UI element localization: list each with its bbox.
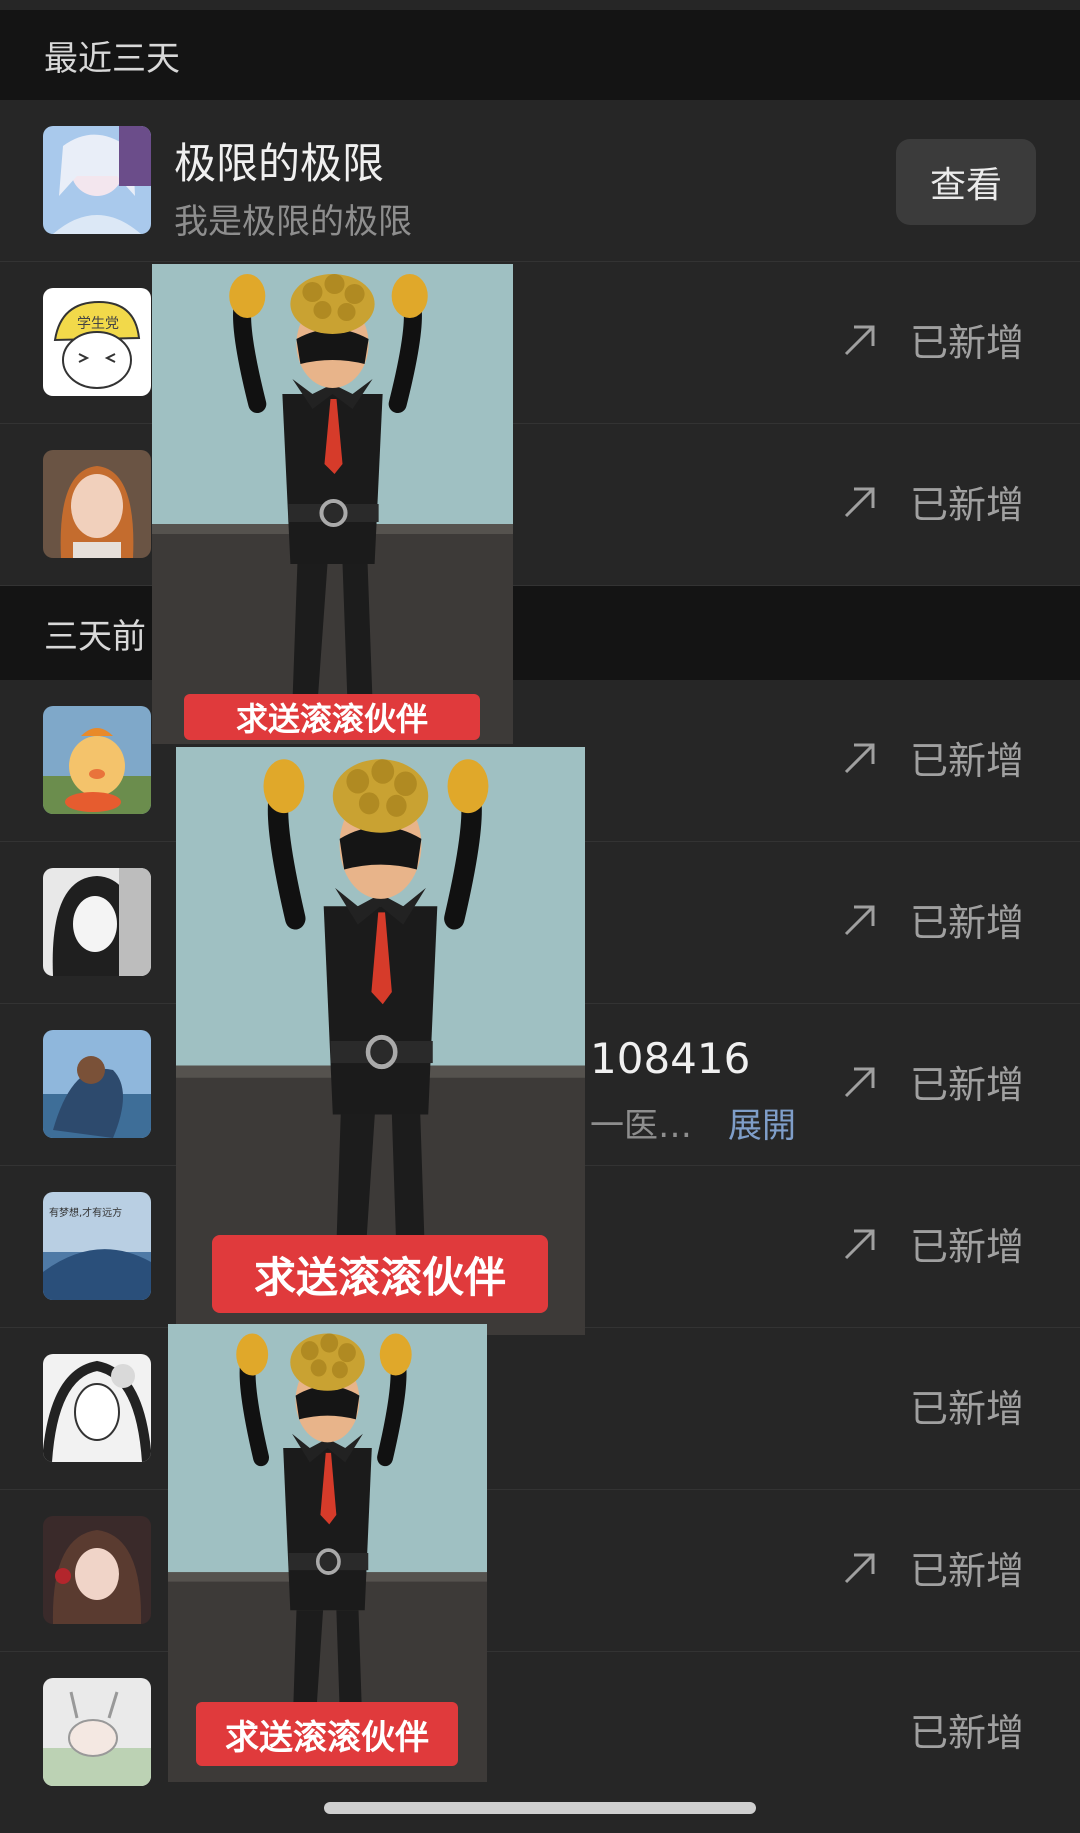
meme-caption: 求送滚滚伙伴 — [196, 1702, 458, 1766]
avatar — [43, 1516, 151, 1624]
added-status: 已新增 — [840, 730, 1024, 785]
added-label: 已新增 — [909, 1711, 1024, 1755]
added-status: 已新增 — [840, 1054, 1024, 1109]
added-label: 已新增 — [909, 1225, 1024, 1269]
meme-caption: 求送滚滚伙伴 — [212, 1235, 548, 1313]
avatar: 有梦想,才有远方 — [43, 1192, 151, 1300]
view-button[interactable]: 查看 — [896, 139, 1036, 225]
added-label: 已新增 — [909, 483, 1024, 527]
avatar-cap-text: 学生党 — [77, 316, 119, 332]
arrow-up-right-icon — [840, 482, 880, 522]
added-status: 已新增 — [910, 1702, 1024, 1757]
avatar — [43, 1678, 151, 1786]
added-label: 已新增 — [909, 901, 1024, 945]
added-status: 已新增 — [910, 1378, 1024, 1433]
arrow-up-right-icon — [840, 1062, 880, 1102]
avatar — [43, 450, 151, 558]
meme-sticker-image: 求送滚滚伙伴 — [176, 747, 585, 1335]
home-indicator[interactable] — [324, 1802, 756, 1814]
avatar — [43, 868, 151, 976]
avatar: 学生党 — [43, 288, 151, 396]
list-item[interactable]: 已新增 — [0, 1490, 1080, 1652]
meme-caption: 求送滚滚伙伴 — [184, 694, 480, 740]
contact-id: 108416 — [590, 1034, 751, 1083]
avatar — [43, 126, 151, 234]
added-status: 已新增 — [840, 1216, 1024, 1271]
added-status: 已新增 — [840, 892, 1024, 947]
arrow-up-right-icon — [840, 1224, 880, 1264]
meme-caption-text: 求送滚滚伙伴 — [235, 700, 428, 738]
list-item[interactable]: 已新增 — [0, 1652, 1080, 1814]
list-item-top[interactable]: 极限的极限 我是极限的极限 查看 — [0, 100, 1080, 262]
added-label: 已新增 — [909, 1063, 1024, 1107]
section-header-recent: 最近三天 — [0, 10, 1080, 100]
added-status: 已新增 — [840, 474, 1024, 529]
section-title: 三天前 — [44, 616, 146, 657]
contact-subtitle: 我是极限的极限 — [174, 202, 412, 242]
contact-name-partial: 108416 — [590, 1034, 750, 1083]
arrow-up-right-icon — [840, 738, 880, 778]
arrow-up-right-icon — [840, 1548, 880, 1588]
subtitle-text: 一医… — [590, 1106, 692, 1146]
expand-link[interactable]: 展開 — [728, 1106, 796, 1146]
avatar — [43, 1354, 151, 1462]
arrow-up-right-icon — [840, 320, 880, 360]
added-status: 已新增 — [840, 1540, 1024, 1595]
arrow-up-right-icon — [840, 900, 880, 940]
avatar-whale-text: 有梦想,才有远方 — [49, 1206, 122, 1219]
avatar — [43, 706, 151, 814]
added-label: 已新增 — [909, 1387, 1024, 1431]
added-label: 已新增 — [909, 1549, 1024, 1593]
contact-name: 极限的极限 — [174, 139, 385, 188]
meme-caption-text: 求送滚滚伙伴 — [225, 1717, 429, 1758]
meme-caption-text: 求送滚滚伙伴 — [253, 1252, 506, 1302]
avatar — [43, 1030, 151, 1138]
list-item[interactable]: 已新增 — [0, 1328, 1080, 1490]
contact-subtitle-partial: 一医… 展開 — [590, 1098, 796, 1147]
meme-sticker-image: 求送滚滚伙伴 — [168, 1324, 487, 1782]
meme-sticker-image: 求送滚滚伙伴 — [152, 264, 513, 744]
added-status: 已新增 — [840, 312, 1024, 367]
section-title: 最近三天 — [44, 38, 180, 79]
added-label: 已新增 — [909, 321, 1024, 365]
added-label: 已新增 — [909, 739, 1024, 783]
